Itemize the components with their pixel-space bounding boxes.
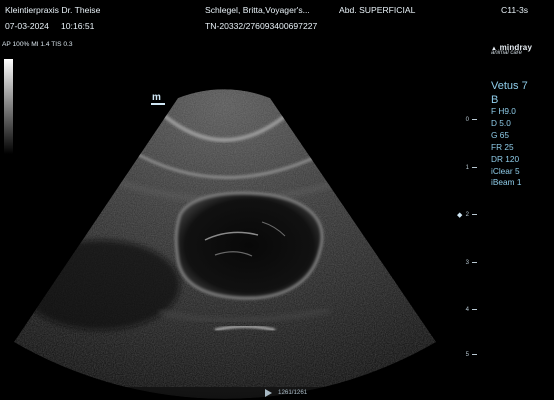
depth-tick-4: 4 [455, 307, 477, 313]
depth-tick-5: 5 [455, 352, 477, 358]
depth-tick-0: 0 [455, 117, 477, 123]
cine-frame-counter: 1261/1261 [278, 389, 308, 396]
depth-tick-3: 3 [455, 260, 477, 266]
depth-tick-1: 1 [455, 165, 477, 171]
focus-marker-icon: ◆ [457, 212, 463, 219]
cine-play-icon [265, 389, 272, 397]
ultrasound-image [14, 89, 436, 399]
orientation-marker: m [152, 92, 161, 103]
orientation-marker-underline [151, 103, 165, 105]
